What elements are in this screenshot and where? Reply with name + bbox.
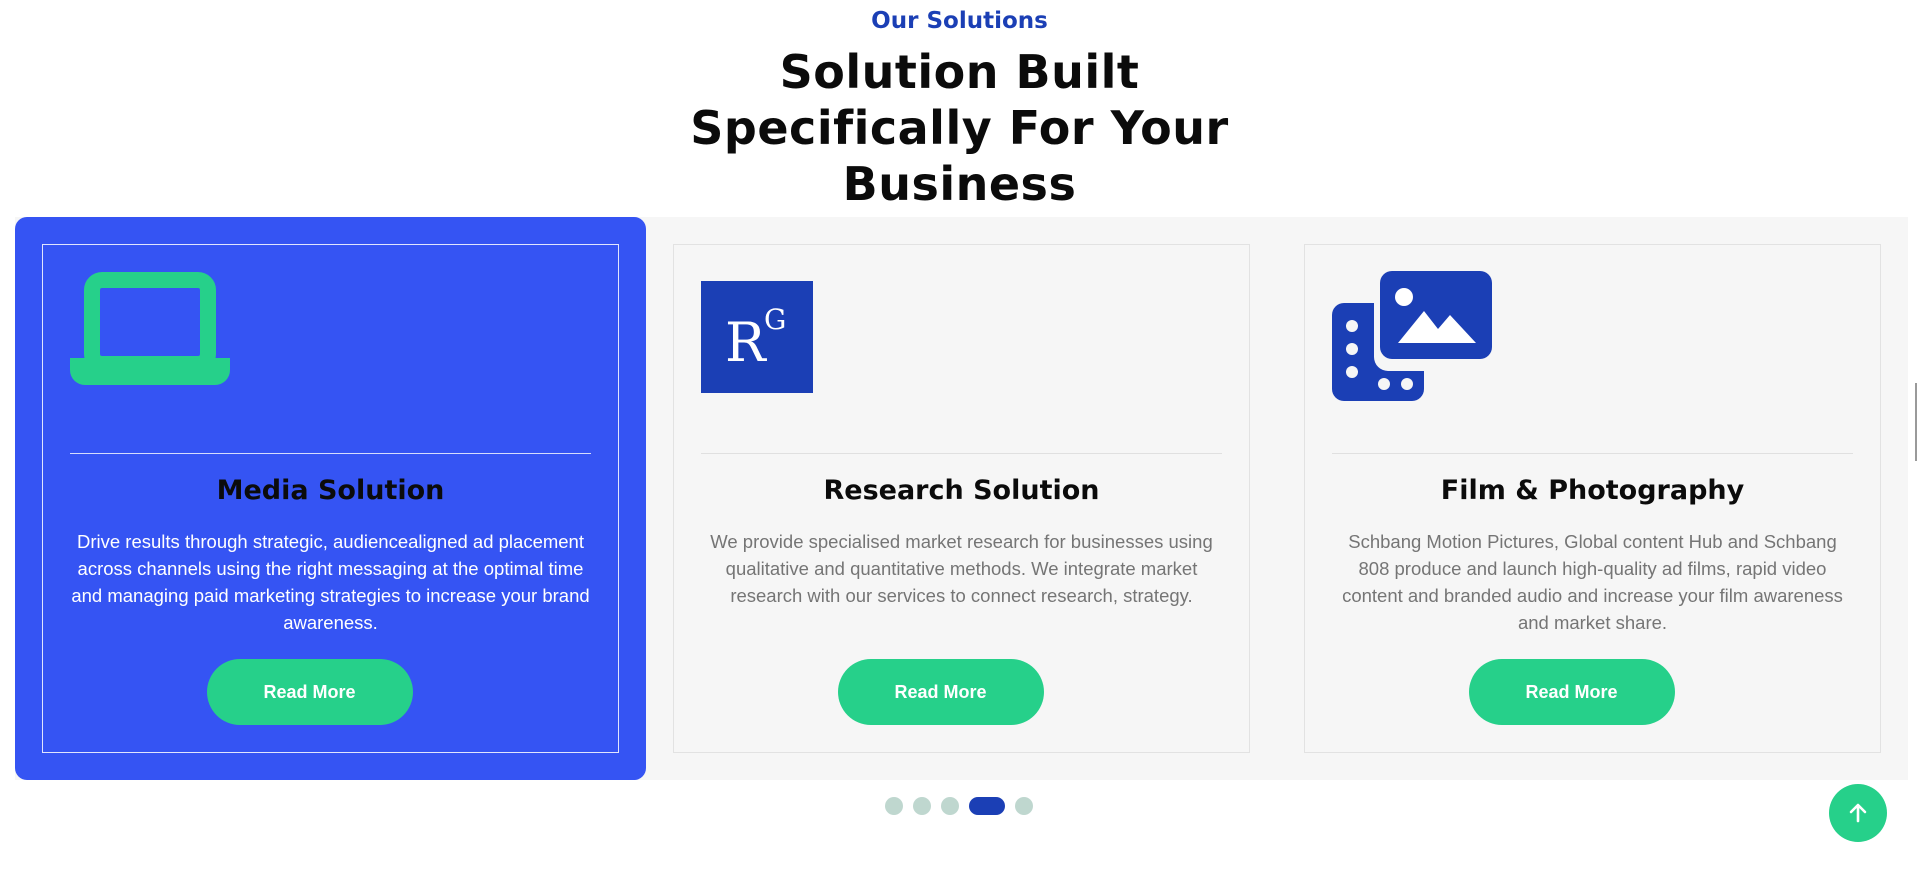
card-title: Media Solution	[216, 475, 445, 506]
pagination-dot[interactable]	[941, 797, 959, 815]
card-description: Schbang Motion Pictures, Global content …	[1342, 531, 1843, 633]
section-eyebrow: Our Solutions	[871, 8, 1048, 34]
svg-text:R: R	[725, 311, 767, 374]
read-more-button[interactable]: Read More	[1468, 659, 1675, 725]
scrollbar-thumb[interactable]	[1915, 383, 1917, 461]
card-frame: R G Research Solution We provide special…	[673, 244, 1250, 753]
card-divider	[70, 453, 591, 454]
read-more-button[interactable]: Read More	[206, 659, 413, 725]
pagination-dot[interactable]	[1015, 797, 1033, 815]
pagination-dot[interactable]	[913, 797, 931, 815]
section-heading-text: Solution Built Specifically For Your Bus…	[690, 45, 1229, 211]
card-description: We provide specialised market research f…	[710, 531, 1213, 606]
card-description: Drive results through strategic, audienc…	[71, 531, 590, 633]
scroll-to-top-button[interactable]	[1829, 784, 1887, 842]
pagination-dot-active[interactable]	[969, 797, 1005, 815]
solution-card-research: R G Research Solution We provide special…	[646, 217, 1277, 780]
card-divider	[1332, 453, 1853, 454]
solution-card-media: Media Solution Drive results through str…	[15, 217, 646, 780]
card-divider	[701, 453, 1222, 454]
card-frame: Media Solution Drive results through str…	[42, 244, 619, 753]
pagination-dot[interactable]	[885, 797, 903, 815]
svg-text:G: G	[764, 303, 786, 336]
arrow-up-icon	[1849, 803, 1867, 823]
slider-pagination	[885, 797, 1043, 815]
card-title: Research Solution	[823, 475, 1100, 506]
section-heading: Solution Built Specifically For Your Bus…	[0, 44, 1919, 212]
solution-card-film: Film & Photography Schbang Motion Pictur…	[1277, 217, 1908, 780]
read-more-button[interactable]: Read More	[837, 659, 1044, 725]
film-photo-icon	[1332, 271, 1492, 406]
card-title: Film & Photography	[1440, 475, 1745, 506]
researchgate-logo-icon: R G	[701, 281, 813, 398]
card-frame: Film & Photography Schbang Motion Pictur…	[1304, 244, 1881, 753]
laptop-icon	[70, 272, 230, 392]
